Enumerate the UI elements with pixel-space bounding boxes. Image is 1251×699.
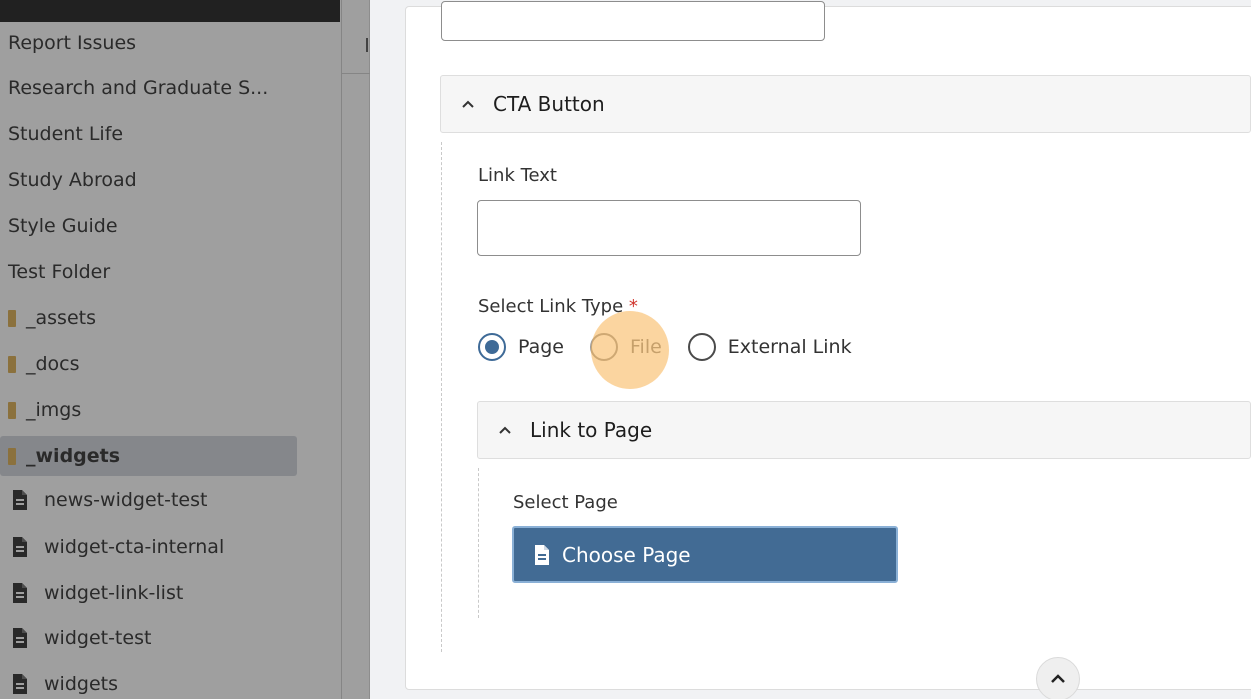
chevron-up-icon	[1051, 674, 1065, 683]
radio-option-page[interactable]: Page	[478, 333, 564, 361]
sidebar-item-report-issues[interactable]: Report Issues	[8, 23, 305, 63]
radio-option-file[interactable]: File	[590, 333, 662, 361]
link-text-label: Link Text	[478, 165, 557, 186]
sidebar-tree: Report Issues Research and Graduate S...…	[0, 0, 370, 699]
folder-icon	[8, 309, 16, 327]
radio-external-link[interactable]	[687, 333, 716, 361]
sidebar-tab-handle[interactable]	[342, 30, 370, 74]
sidebar-item-label: Student Life	[8, 123, 124, 145]
link-text-input[interactable]	[477, 200, 861, 256]
sidebar-item-assets[interactable]: _assets	[8, 298, 305, 338]
sidebar-top-bar	[0, 0, 340, 22]
cta-button-section-title: CTA Button	[493, 92, 605, 116]
radio-page[interactable]	[478, 333, 506, 361]
sidebar-item-student-life[interactable]: Student Life	[8, 114, 305, 154]
sidebar-divider	[341, 0, 342, 699]
required-marker: *	[628, 296, 638, 317]
sidebar-item-label: widget-link-list	[44, 582, 184, 604]
sidebar-item-label: Style Guide	[8, 215, 118, 237]
file-text-icon	[8, 535, 32, 559]
sidebar-item-imgs[interactable]: _imgs	[8, 390, 305, 430]
sidebar-item-label: widget-cta-internal	[44, 536, 225, 558]
choose-page-button-label: Choose Page	[562, 542, 691, 567]
radio-label-external-link: External Link	[727, 336, 852, 358]
sidebar-item-docs[interactable]: _docs	[8, 344, 305, 384]
sidebar-item-widgets[interactable]: widgets	[8, 664, 305, 699]
sidebar-item-label: _widgets	[26, 445, 121, 467]
link-to-page-accordion-header[interactable]: Link to Page	[477, 401, 1251, 459]
sidebar-item-label: widgets	[44, 673, 118, 695]
file-text-icon	[8, 626, 32, 650]
sidebar-item-label: _docs	[26, 353, 80, 375]
chevron-up-icon	[498, 423, 512, 437]
sidebar-item-label: widget-test	[44, 627, 152, 649]
folder-icon	[8, 401, 16, 419]
select-page-label: Select Page	[513, 492, 618, 513]
sidebar-item-label: Test Folder	[8, 261, 111, 283]
sidebar-item-label: Report Issues	[8, 32, 137, 54]
sidebar-item-widgets-folder[interactable]: _widgets	[0, 436, 297, 476]
folder-icon	[8, 355, 16, 373]
folder-icon	[8, 447, 16, 465]
sidebar-item-label: news-widget-test	[44, 489, 208, 511]
sidebar-item-label: _imgs	[26, 399, 82, 421]
scroll-to-top-button[interactable]	[1036, 657, 1080, 699]
link-type-label-text: Select Link Type	[478, 296, 624, 317]
sidebar-item-research-and-graduate[interactable]: Research and Graduate S...	[8, 68, 305, 108]
link-type-label: Select Link Type *	[478, 296, 638, 317]
link-to-page-guide-line	[478, 468, 479, 618]
sidebar-item-widget-test[interactable]: widget-test	[8, 618, 305, 658]
sidebar-item-label: Study Abroad	[8, 169, 137, 191]
radio-file[interactable]	[590, 333, 618, 361]
sidebar-item-widget-link-list[interactable]: widget-link-list	[8, 573, 305, 613]
radio-label-page: Page	[518, 336, 564, 358]
sidebar-item-label: Research and Graduate S...	[8, 77, 269, 99]
cta-button-accordion-header[interactable]: CTA Button	[440, 75, 1251, 133]
file-text-icon	[8, 488, 32, 512]
sidebar-item-label: _assets	[26, 307, 96, 329]
sidebar-item-style-guide[interactable]: Style Guide	[8, 206, 305, 246]
radio-option-external-link[interactable]: External Link	[687, 333, 852, 361]
link-type-radio-group: Page File External Link	[478, 333, 878, 361]
sidebar-item-widget-cta-internal[interactable]: widget-cta-internal	[8, 527, 305, 567]
radio-label-file: File	[630, 336, 662, 358]
sidebar-item-news-widget-test[interactable]: news-widget-test	[8, 480, 305, 520]
chevron-up-icon	[461, 97, 475, 111]
sidebar-item-study-abroad[interactable]: Study Abroad	[8, 160, 305, 200]
link-to-page-section-title: Link to Page	[530, 418, 653, 442]
choose-page-button[interactable]: Choose Page	[512, 526, 898, 583]
file-text-icon	[8, 672, 32, 696]
file-text-icon	[530, 543, 554, 567]
sidebar-item-test-folder[interactable]: Test Folder	[8, 252, 305, 292]
file-text-icon	[8, 581, 32, 605]
cta-section-guide-line	[441, 142, 442, 652]
previous-field-input[interactable]	[441, 1, 825, 41]
